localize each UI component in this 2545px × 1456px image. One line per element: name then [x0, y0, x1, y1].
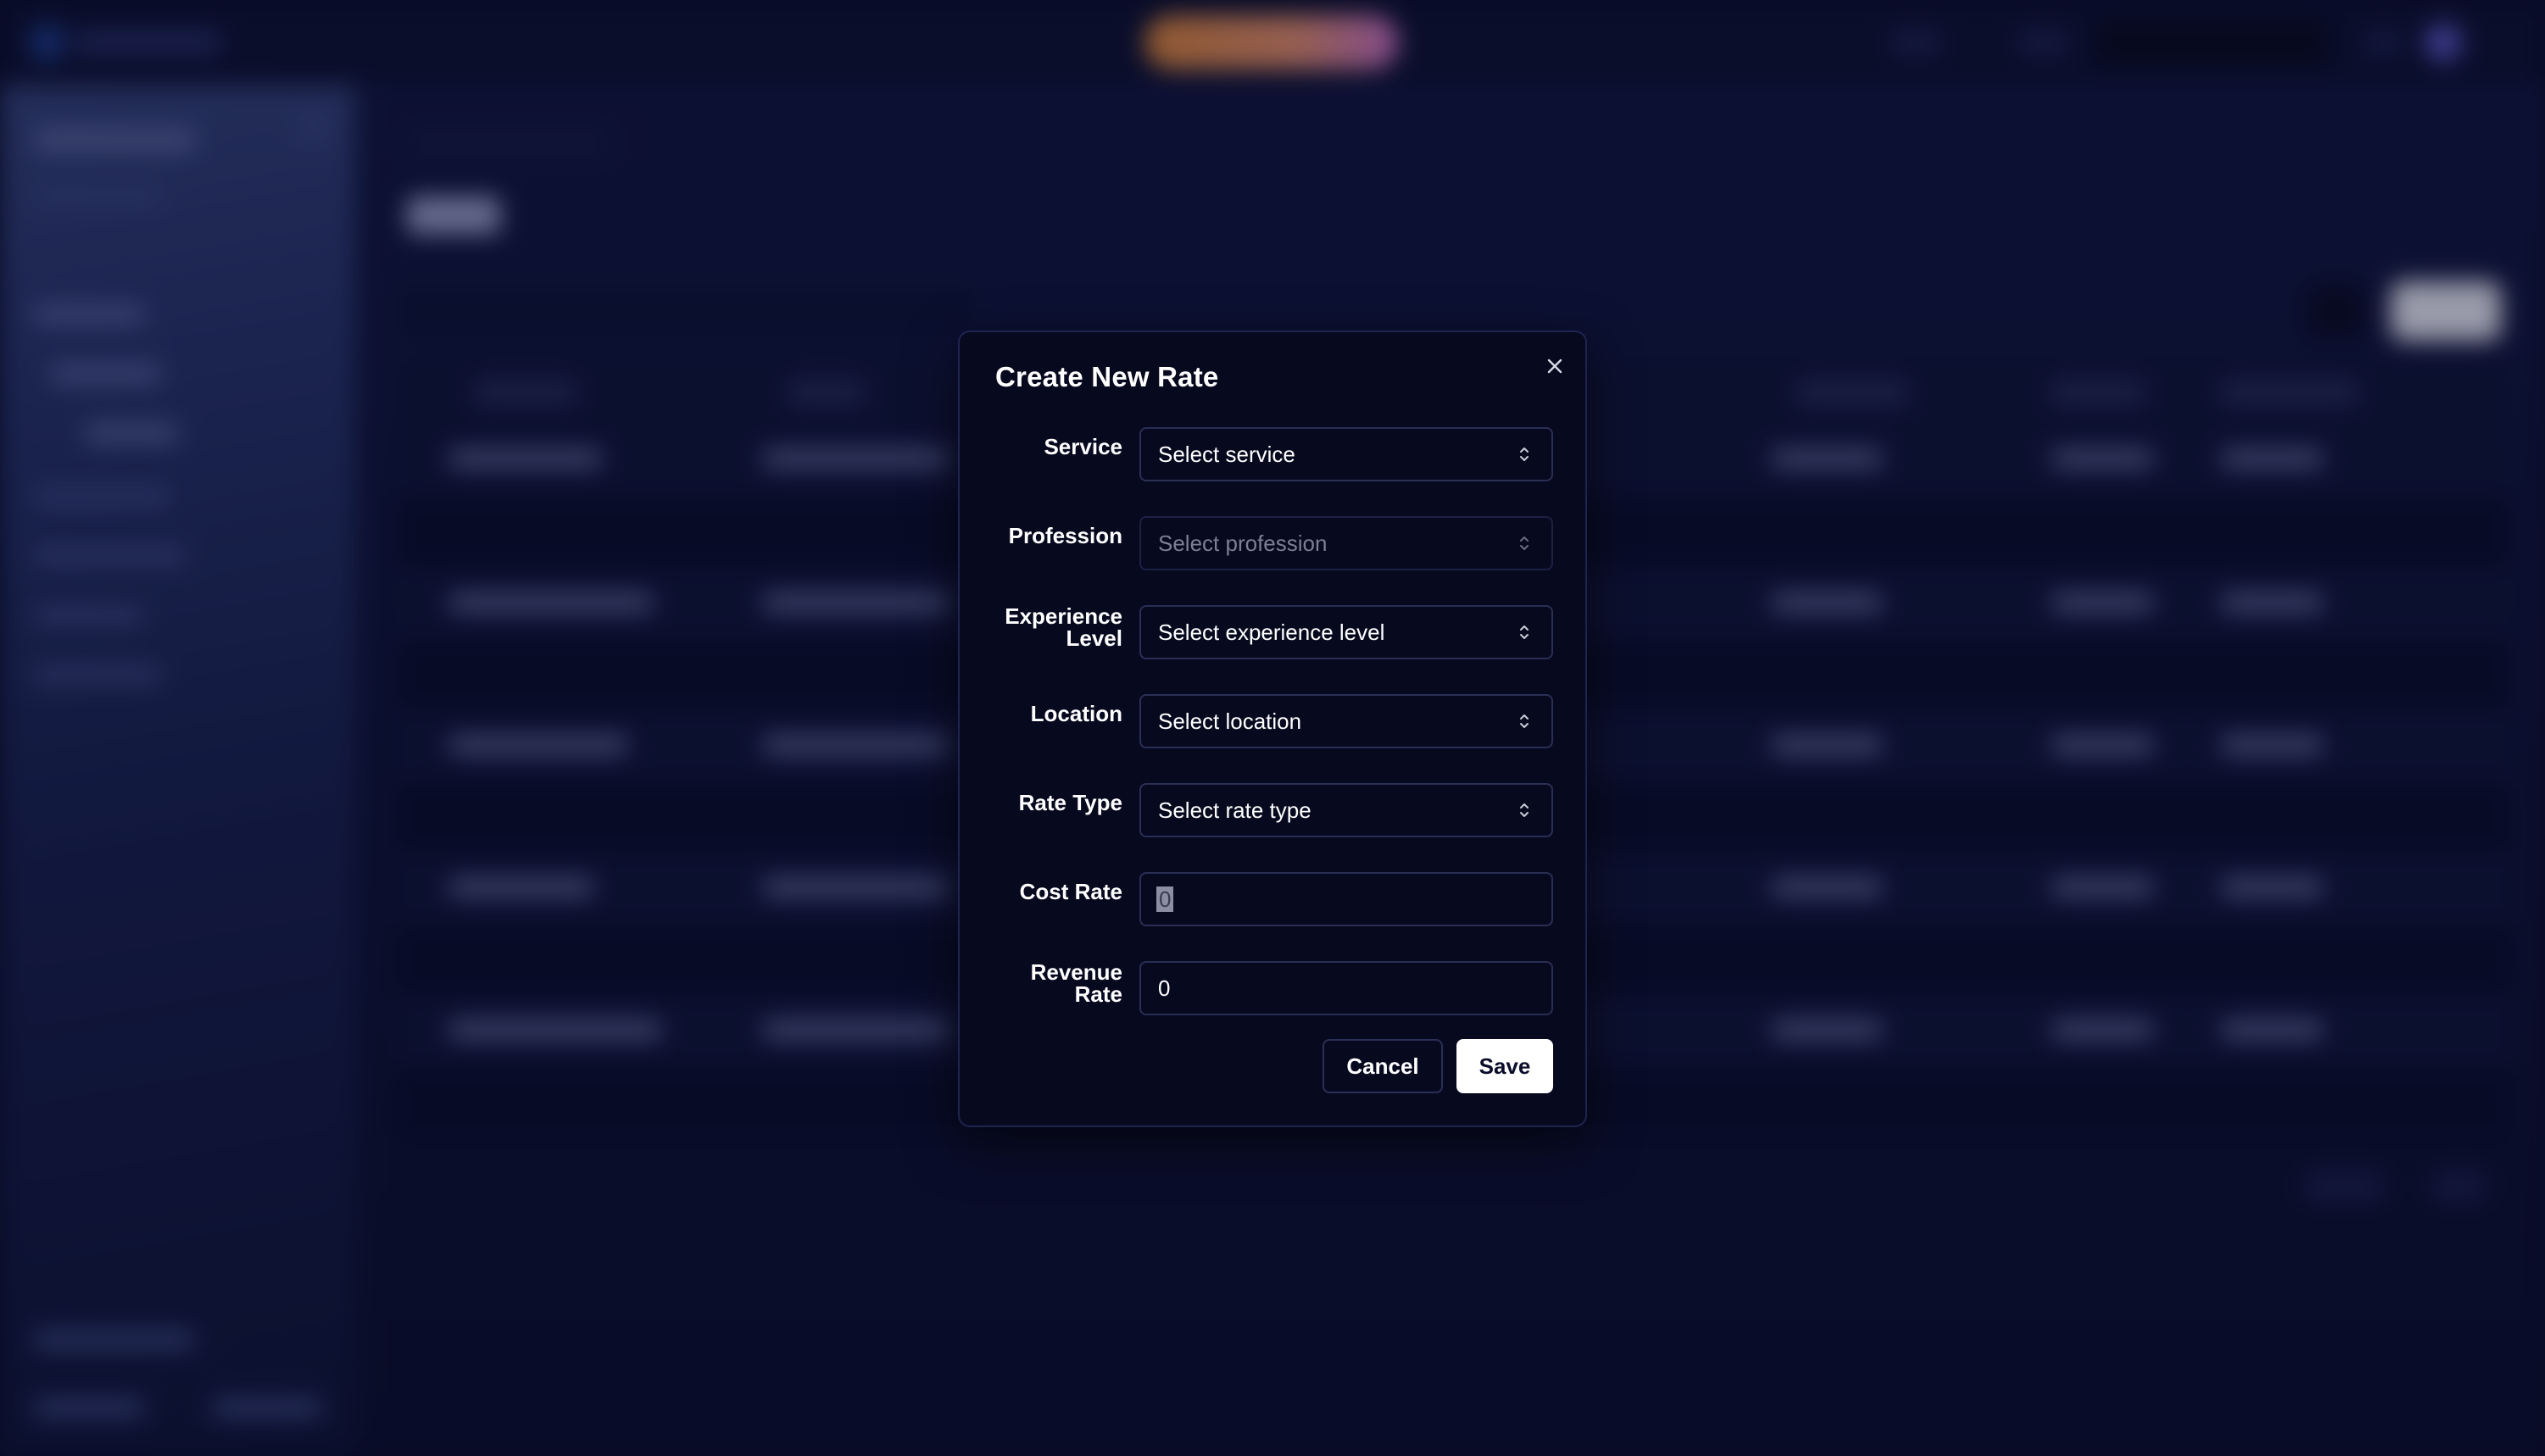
cost-rate-label: Cost Rate	[1019, 879, 1122, 904]
profession-label: Profession	[1008, 523, 1122, 548]
chevron-up-down-icon	[1514, 533, 1534, 553]
chevron-up-down-icon	[1514, 800, 1534, 820]
experience-label-line2: Level	[1066, 625, 1123, 651]
form-row-location: Location Select location	[960, 694, 1589, 750]
form-row-service: Service Select service	[960, 427, 1589, 483]
profession-select-value: Select profession	[1158, 530, 1328, 556]
close-button[interactable]	[1538, 351, 1572, 385]
service-label: Service	[1044, 434, 1122, 459]
form-row-experience: Experience Level Select experience level	[960, 605, 1589, 661]
dialog-actions: Cancel Save	[960, 1039, 1589, 1095]
create-rate-dialog: Create New Rate Service Select service P…	[958, 331, 1587, 1127]
rate-type-select-value: Select rate type	[1158, 797, 1311, 823]
form-row-profession: Profession Select profession	[960, 516, 1589, 572]
revenue-rate-label-line1: Revenue	[1030, 959, 1122, 985]
form-row-cost-rate: Cost Rate 0	[960, 872, 1589, 928]
service-select-value: Select service	[1158, 441, 1295, 467]
cost-rate-input[interactable]: 0	[1139, 872, 1553, 926]
experience-select-value: Select experience level	[1158, 619, 1385, 645]
rate-type-select[interactable]: Select rate type	[1139, 783, 1553, 837]
experience-label: Experience Level	[978, 605, 1122, 649]
revenue-rate-label: Revenue Rate	[978, 961, 1122, 1005]
save-button[interactable]: Save	[1456, 1039, 1553, 1093]
experience-label-line1: Experience	[1005, 603, 1122, 629]
dialog-title: Create New Rate	[995, 361, 1219, 392]
rate-type-label: Rate Type	[1018, 790, 1122, 815]
chevron-up-down-icon	[1514, 711, 1534, 731]
cost-rate-value: 0	[1156, 886, 1174, 912]
location-label: Location	[1030, 701, 1122, 726]
chevron-up-down-icon	[1514, 622, 1534, 642]
revenue-rate-value: 0	[1158, 975, 1171, 1001]
location-select-value: Select location	[1158, 708, 1302, 734]
cancel-button[interactable]: Cancel	[1323, 1039, 1443, 1093]
revenue-rate-input[interactable]: 0	[1139, 961, 1553, 1015]
service-select[interactable]: Select service	[1139, 427, 1553, 481]
chevron-up-down-icon	[1514, 444, 1534, 464]
revenue-rate-label-line2: Rate	[1074, 981, 1122, 1007]
form-row-rate-type: Rate Type Select rate type	[960, 783, 1589, 839]
experience-level-select[interactable]: Select experience level	[1139, 605, 1553, 659]
profession-select[interactable]: Select profession	[1139, 516, 1553, 570]
location-select[interactable]: Select location	[1139, 694, 1553, 748]
form-row-revenue-rate: Revenue Rate 0	[960, 961, 1589, 1017]
close-icon	[1545, 357, 1564, 380]
